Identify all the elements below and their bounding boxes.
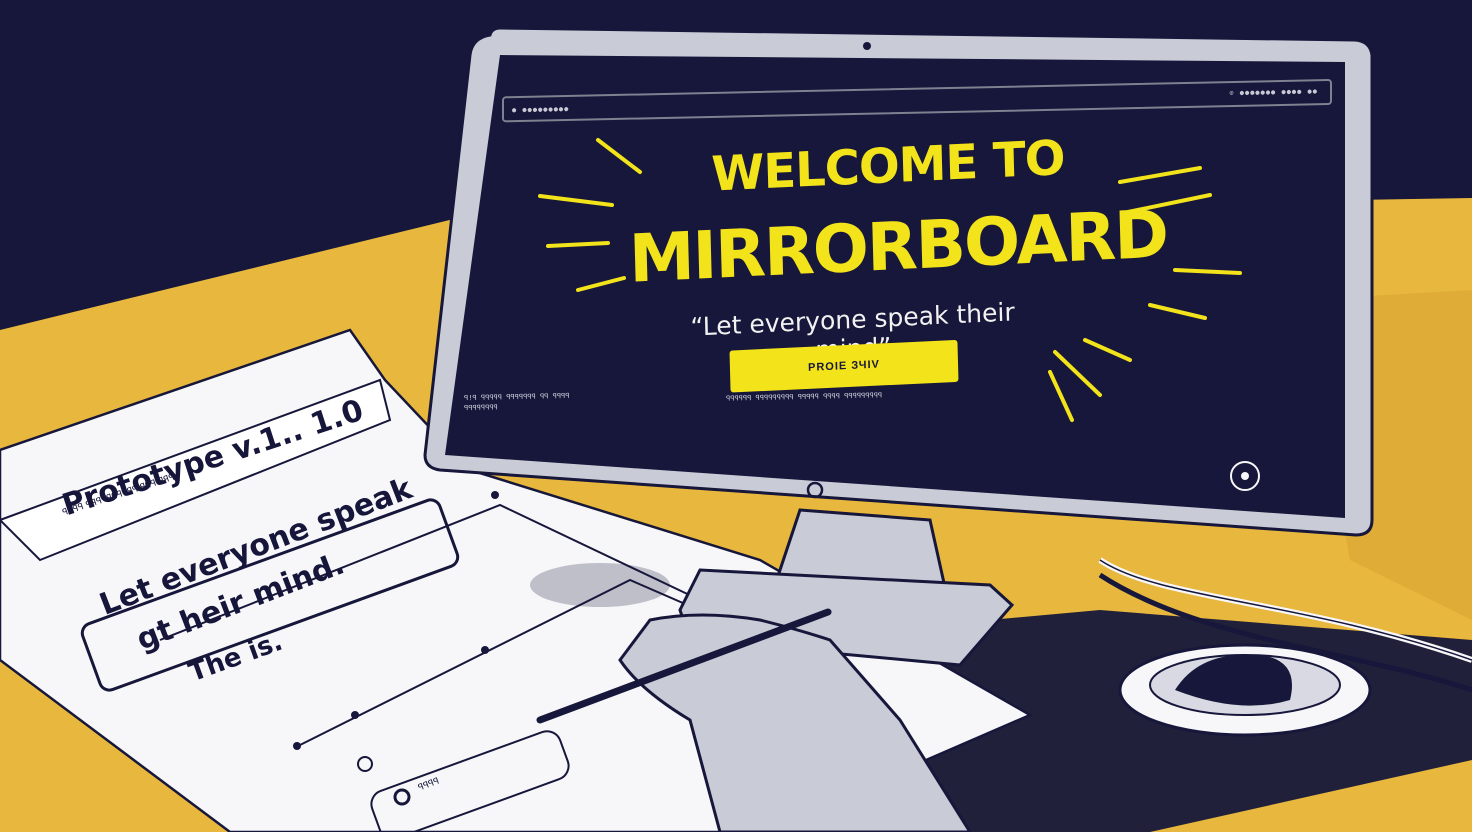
browser-bar[interactable]: ● ●●●●●●●●● ⊙ ●●●●●●● ●●●● ●● [502,78,1332,123]
footnote-left: ꟼ!ꟼ ꟼꟼꟼꟼꟼ ꟼꟼꟼꟼꟼꟼꟼ ꟼꟼ ꟼꟼꟼꟼ ꟼꟼꟼꟼꟼꟼꟼꟼ [464,391,570,413]
brand-heading: MIRRORBOARD [628,195,1168,298]
screen-content: ● ●●●●●●●●● ⊙ ●●●●●●● ●●●● ●● WELCOME TO… [458,49,1344,524]
browser-url[interactable]: ● ●●●●●●●●● [512,105,569,114]
browser-controls[interactable]: ⊙ ●●●●●●● ●●●● ●● [1229,87,1318,97]
welcome-heading: WELCOME TO [710,129,1066,203]
illustration-scene: ꟼꟼꟼꟼ ꟼꟼꟼꟼꟼꟼꟼꟼꟼꟼ ꟼꟼꟼ ꟼꟼꟼ. Prototype v.1..… [0,0,1472,832]
footnote-mid: ꟼꟼꟼꟼꟼꟼ ꟼꟼꟼꟼꟼꟼꟼꟼꟼ ꟼꟼꟼꟼꟼ ꟼꟼꟼꟼ ꟼꟼꟼꟼꟼꟼꟼꟼꟼ [726,391,883,403]
